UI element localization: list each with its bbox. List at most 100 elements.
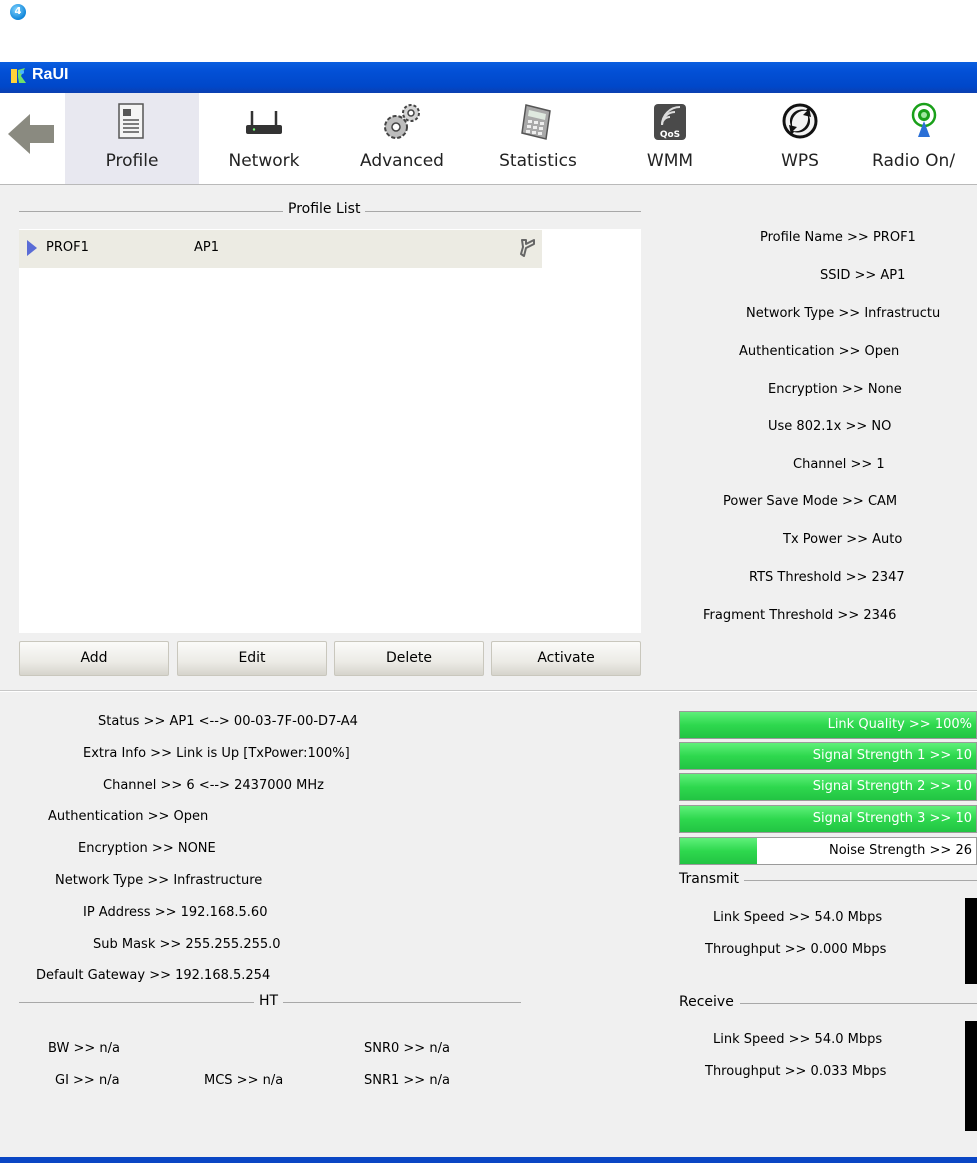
- status-key: Network Type >>: [55, 873, 174, 888]
- detail-value: 2347: [871, 570, 905, 585]
- detail-key: RTS Threshold >>: [749, 570, 872, 585]
- detail-key: SSID >>: [820, 268, 881, 283]
- status-value: Open: [173, 809, 209, 824]
- transmit-graph: [965, 898, 977, 984]
- radio-antenna-icon: [911, 102, 936, 137]
- row-ssid[interactable]: AP1: [194, 240, 219, 255]
- edit-button[interactable]: Edit: [177, 641, 327, 676]
- signal-strength-3-bar: Signal Strength 3 >> 10: [679, 805, 977, 833]
- noise-strength-fill: [680, 838, 757, 864]
- selected-row-arrow-icon: [27, 240, 37, 256]
- detail-value: Infrastructu: [864, 306, 941, 321]
- svg-text:QoS: QoS: [660, 130, 680, 140]
- tab-network-label: Network: [228, 151, 300, 171]
- back-button[interactable]: [6, 109, 58, 159]
- status-key: Channel >>: [103, 778, 187, 793]
- tab-statistics[interactable]: Statistics: [484, 93, 592, 184]
- status-value: 192.168.5.254: [175, 968, 271, 983]
- detail-key: Channel >>: [793, 457, 877, 472]
- ht-title: HT: [254, 993, 284, 1009]
- detail-value: None: [867, 382, 902, 397]
- noise-strength-label: Noise Strength >> 26: [828, 843, 972, 858]
- signal-strength-3-label: Signal Strength 3 >> 10: [812, 811, 972, 826]
- tab-wmm[interactable]: QoS WMM: [630, 93, 710, 184]
- step-number-badge: 4: [10, 4, 26, 20]
- tab-wps[interactable]: WPS: [770, 93, 830, 184]
- receive-graph: [965, 1021, 977, 1131]
- tab-wps-label: WPS: [781, 151, 819, 171]
- tab-network[interactable]: Network: [214, 93, 314, 184]
- detail-key: Authentication >>: [739, 344, 865, 359]
- detail-value: NO: [871, 419, 892, 434]
- window-title: RaUI: [32, 66, 69, 83]
- signal-strength-1-bar: Signal Strength 1 >> 10: [679, 742, 977, 770]
- status-value: AP1 <--> 00-03-7F-00-D7-A4: [169, 714, 358, 729]
- router-icon: [246, 111, 282, 134]
- detail-value: Open: [864, 344, 900, 359]
- back-arrow-icon: [8, 114, 54, 154]
- status-value: 192.168.5.60: [180, 905, 268, 920]
- detail-key: Use 802.1x >>: [768, 419, 872, 434]
- profile-list[interactable]: [19, 229, 641, 633]
- delete-button[interactable]: Delete: [334, 641, 484, 676]
- receive-divider: [740, 1003, 977, 1004]
- gears-icon: [384, 104, 420, 139]
- row-profile-name[interactable]: PROF1: [46, 240, 89, 255]
- detail-key: Profile Name >>: [760, 230, 873, 245]
- tab-advanced-label: Advanced: [360, 151, 444, 171]
- activate-button[interactable]: Activate: [491, 641, 641, 676]
- status-key: Extra Info >>: [83, 746, 177, 761]
- transmit-divider: [740, 880, 977, 881]
- ht-snr1: SNR1 >> n/a: [364, 1073, 450, 1088]
- status-key: Authentication >>: [48, 809, 174, 824]
- detail-value: Auto: [872, 532, 903, 547]
- tab-profile[interactable]: Profile: [65, 93, 199, 184]
- ht-bw: BW >> n/a: [48, 1041, 120, 1056]
- window-titlebar[interactable]: [0, 62, 977, 93]
- transmit-link-speed: Link Speed >> 54.0 Mbps: [713, 910, 883, 925]
- detail-key: Network Type >>: [746, 306, 865, 321]
- app-logo-icon: [8, 66, 28, 86]
- receive-title: Receive: [674, 994, 739, 1010]
- detail-key: Encryption >>: [768, 382, 868, 397]
- signal-strength-2-bar: Signal Strength 2 >> 10: [679, 773, 977, 801]
- status-value: Infrastructure: [173, 873, 263, 888]
- detail-key: Fragment Threshold >>: [703, 608, 864, 623]
- wps-icon: [782, 103, 818, 139]
- active-connection-icon: [516, 236, 540, 260]
- signal-strength-1-label: Signal Strength 1 >> 10: [812, 748, 972, 763]
- status-key: Encryption >>: [78, 841, 178, 856]
- status-value: Link is Up [TxPower:100%]: [176, 746, 350, 761]
- status-key: IP Address >>: [83, 905, 181, 920]
- tab-profile-label: Profile: [105, 151, 159, 171]
- detail-value: AP1: [880, 268, 906, 283]
- ht-mcs: MCS >> n/a: [204, 1073, 284, 1088]
- transmit-throughput: Throughput >> 0.000 Mbps: [705, 942, 887, 957]
- link-quality-label: Link Quality >> 100%: [827, 717, 972, 732]
- add-button[interactable]: Add: [19, 641, 169, 676]
- profile-list-row[interactable]: [19, 230, 542, 268]
- ht-snr0: SNR0 >> n/a: [364, 1041, 450, 1056]
- detail-key: Power Save Mode >>: [723, 494, 868, 509]
- tab-radio-onoff[interactable]: Radio On/: [870, 93, 977, 184]
- calculator-icon: [521, 104, 551, 140]
- tab-wmm-label: WMM: [646, 151, 694, 171]
- detail-key: Tx Power >>: [783, 532, 873, 547]
- transmit-title: Transmit: [674, 871, 745, 887]
- profile-list-title: Profile List: [283, 201, 366, 217]
- status-value: NONE: [177, 841, 216, 856]
- noise-strength-bar: Noise Strength >> 26: [679, 837, 977, 865]
- status-key: Status >>: [98, 714, 170, 729]
- tab-advanced[interactable]: Advanced: [348, 93, 456, 184]
- signal-strength-2-label: Signal Strength 2 >> 10: [812, 779, 972, 794]
- receive-link-speed: Link Speed >> 54.0 Mbps: [713, 1032, 883, 1047]
- status-key: Sub Mask >>: [93, 937, 186, 952]
- status-value: 6 <--> 2437000 MHz: [186, 778, 324, 793]
- tab-statistics-label: Statistics: [499, 151, 577, 171]
- tab-radio-onoff-label: Radio On/: [872, 151, 956, 171]
- detail-value: PROF1: [872, 230, 916, 245]
- ht-gi: GI >> n/a: [55, 1073, 120, 1088]
- profile-icon: [118, 103, 144, 139]
- window-bottom-border: [0, 1157, 977, 1163]
- link-quality-bar: Link Quality >> 100%: [679, 711, 977, 739]
